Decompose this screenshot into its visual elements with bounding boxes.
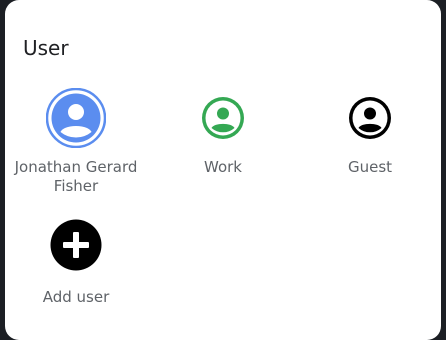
dialog-title: User bbox=[23, 36, 69, 60]
add-user-icon bbox=[50, 219, 102, 271]
user-label: Jonathan Gerard Fisher bbox=[14, 158, 138, 195]
add-user-label: Add user bbox=[42, 288, 110, 306]
add-user-button[interactable]: Add user bbox=[6, 219, 146, 307]
selected-user-avatar-icon bbox=[46, 88, 106, 148]
user-item-work[interactable]: Work bbox=[153, 96, 293, 177]
guest-user-avatar-icon bbox=[348, 96, 392, 140]
user-switcher-dialog: User Jonathan Gerard Fisher Work Guest A… bbox=[5, 0, 441, 340]
user-label: Work bbox=[204, 158, 242, 176]
user-item-guest[interactable]: Guest bbox=[300, 96, 440, 177]
user-item-jonathan[interactable]: Jonathan Gerard Fisher bbox=[6, 88, 146, 196]
user-label: Guest bbox=[347, 158, 393, 176]
work-user-avatar-icon bbox=[201, 96, 245, 140]
